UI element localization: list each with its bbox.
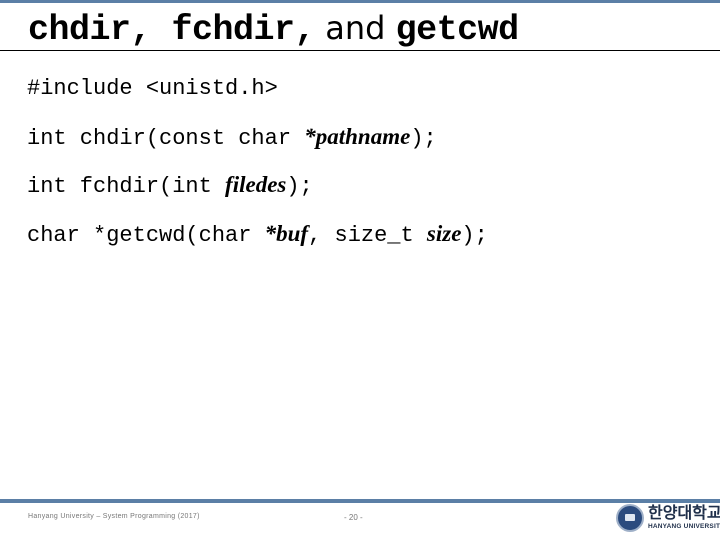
logo-english-name: HANYANG UNIVERSITY [648, 523, 720, 530]
code-line-include: #include <unistd.h> [27, 76, 278, 102]
code-text: #include <unistd.h> [27, 76, 278, 101]
university-logo: 한양대학교 HANYANG UNIVERSITY [616, 504, 720, 536]
slide-title: chdir, fchdir, and getcwd [28, 8, 520, 50]
footer-accent-bar [0, 499, 720, 503]
code-line-chdir: int chdir(const char *pathname); [27, 124, 437, 152]
code-line-fchdir: int fchdir(int filedes); [27, 172, 313, 200]
title-part-functions: chdir, fchdir, [28, 10, 316, 50]
code-text: ); [286, 174, 313, 199]
code-line-getcwd: char *getcwd(char *buf, size_t size); [27, 221, 488, 249]
top-accent-bar [0, 0, 720, 3]
logo-korean-name: 한양대학교 [648, 503, 720, 522]
title-part-and: and [315, 9, 396, 47]
title-part-getcwd: getcwd [395, 10, 520, 50]
university-seal-icon [616, 504, 644, 532]
code-param: *buf [264, 221, 309, 246]
code-param: *pathname [304, 124, 411, 149]
code-text: int fchdir(int [27, 174, 226, 199]
code-text: int chdir(const char [27, 126, 305, 151]
footer-course-label: Hanyang University – System Programming … [28, 513, 200, 520]
title-divider [0, 50, 720, 51]
code-text: char *getcwd(char [27, 223, 265, 248]
page-number: - 20 - [344, 513, 363, 522]
code-param: size [426, 221, 462, 246]
code-param: filedes [225, 172, 287, 197]
code-text: , size_t [308, 223, 427, 248]
code-text: ); [461, 223, 488, 248]
code-text: ); [410, 126, 437, 151]
